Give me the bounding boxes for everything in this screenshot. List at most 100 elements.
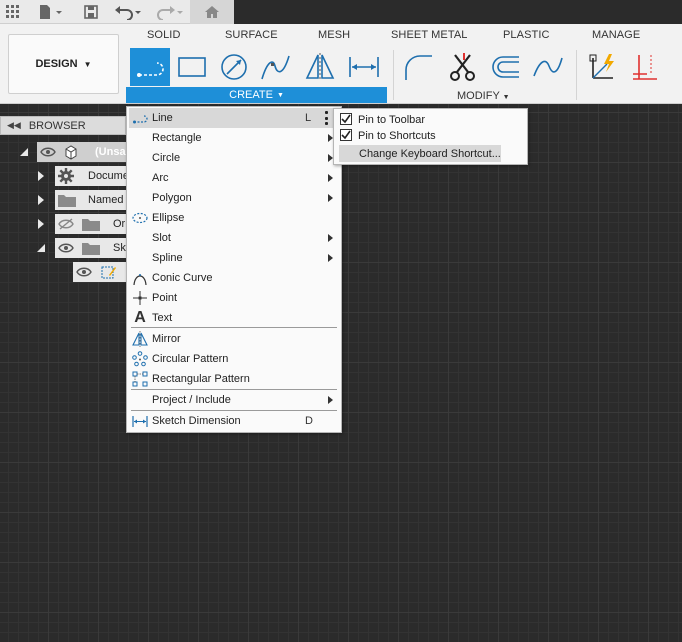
eye-hidden-icon[interactable]	[58, 218, 74, 233]
expand-toggle[interactable]	[16, 142, 32, 162]
chevron-right-icon	[328, 254, 333, 262]
circle-tool-button[interactable]	[214, 48, 254, 86]
line-tool-button[interactable]	[130, 48, 170, 86]
expand-toggle[interactable]	[33, 190, 49, 210]
browser-node-named-views[interactable]: Named V	[55, 190, 126, 210]
constraint-tool-button[interactable]	[584, 48, 624, 86]
menu-item-label: Conic Curve	[152, 272, 213, 284]
change-keyboard-shortcut-label: Change Keyboard Shortcut...	[359, 147, 501, 160]
menu-item-mirror[interactable]: Mirror	[129, 329, 339, 349]
menu-item-label: Rectangle	[152, 132, 202, 144]
change-keyboard-shortcut-option[interactable]: Change Keyboard Shortcut...	[339, 145, 501, 162]
home-icon[interactable]	[190, 0, 234, 24]
expand-toggle[interactable]	[33, 214, 49, 234]
menu-item-ellipse[interactable]: Ellipse	[129, 208, 339, 228]
browser-node-sketch[interactable]	[73, 262, 126, 282]
browser-node-label: Or	[113, 218, 126, 230]
pin-to-toolbar-checkbox[interactable]	[340, 113, 352, 125]
menu-item-project-include[interactable]: Project / Include	[129, 390, 339, 410]
undo-icon[interactable]	[110, 0, 146, 24]
menu-item-label: Mirror	[152, 333, 181, 345]
tab-mesh[interactable]: MESH	[318, 29, 350, 41]
create-dropdown[interactable]: CREATE ▼	[126, 87, 387, 103]
sketch-dimension-icon	[349, 57, 379, 77]
eye-icon[interactable]	[76, 266, 92, 281]
curve-tool-button[interactable]	[528, 48, 568, 86]
sketch-dimension-tool-button[interactable]	[344, 48, 384, 86]
circle-icon	[221, 54, 247, 80]
pin-to-toolbar-label: Pin to Toolbar	[358, 113, 426, 126]
sketch-icon	[100, 264, 116, 282]
offset-icon	[492, 56, 519, 78]
menu-item-label: Sketch Dimension	[152, 415, 241, 427]
grid-icon[interactable]	[2, 0, 24, 24]
browser-panel-header[interactable]: ◀◀ BROWSER	[0, 116, 126, 135]
line-icon	[132, 110, 148, 126]
workspace-switcher[interactable]: DESIGN ▼	[8, 34, 119, 94]
gear-icon	[58, 168, 74, 186]
dimension-tool-button[interactable]	[626, 48, 666, 86]
mirror-tool-button[interactable]	[300, 48, 340, 86]
ellipse-icon	[132, 210, 148, 226]
expand-toggle[interactable]	[33, 238, 49, 258]
menu-item-label: Slot	[152, 232, 171, 244]
browser-node-label: Docume	[88, 170, 126, 182]
save-icon[interactable]	[80, 0, 102, 24]
modify-dropdown[interactable]: MODIFY ▼	[457, 90, 510, 102]
spline-tool-button[interactable]	[256, 48, 296, 86]
menu-item-label: Spline	[152, 252, 183, 264]
menu-item-spline[interactable]: Spline	[129, 248, 339, 268]
menu-item-circle[interactable]: Circle	[129, 148, 339, 168]
trim-tool-button[interactable]	[443, 48, 483, 86]
offset-tool-button[interactable]	[486, 48, 526, 86]
browser-node-sketches[interactable]: Sk	[55, 238, 126, 258]
menu-item-label: Line	[152, 112, 173, 124]
menu-item-polygon[interactable]: Polygon	[129, 188, 339, 208]
menu-item-circular-pattern[interactable]: Circular Pattern	[129, 349, 339, 369]
collapse-panel-icon[interactable]: ◀◀	[7, 120, 21, 131]
pin-to-toolbar-option[interactable]: Pin to Toolbar	[335, 111, 526, 128]
pin-to-shortcuts-checkbox[interactable]	[340, 129, 352, 141]
fillet-icon	[405, 55, 432, 80]
tab-manage[interactable]: MANAGE	[592, 29, 640, 41]
fillet-tool-button[interactable]	[398, 48, 438, 86]
menu-item-text[interactable]: A Text	[129, 308, 339, 328]
browser-node-root[interactable]: (Unsa	[37, 142, 126, 162]
expand-toggle[interactable]	[33, 166, 49, 186]
menu-item-slot[interactable]: Slot	[129, 228, 339, 248]
eye-icon[interactable]	[40, 146, 56, 161]
menu-item-rectangle[interactable]: Rectangle	[129, 128, 339, 148]
workspace-label: DESIGN	[35, 58, 78, 70]
tab-plastic[interactable]: PLASTIC	[503, 29, 550, 41]
more-options-icon[interactable]	[324, 111, 328, 125]
divider	[576, 50, 577, 100]
menu-item-label: Rectangular Pattern	[152, 373, 250, 385]
spline-icon	[261, 55, 290, 80]
point-icon	[132, 290, 148, 306]
pin-to-shortcuts-option[interactable]: Pin to Shortcuts	[335, 127, 526, 144]
browser-node-origin[interactable]: Or	[55, 214, 126, 234]
chevron-right-icon	[328, 396, 333, 404]
file-icon[interactable]	[34, 0, 68, 24]
tab-surface[interactable]: SURFACE	[225, 29, 278, 41]
menu-item-label: Arc	[152, 172, 169, 184]
menu-item-shortcut: D	[305, 415, 313, 427]
tab-sheet-metal[interactable]: SHEET METAL	[391, 29, 468, 41]
menu-item-conic-curve[interactable]: Conic Curve	[129, 268, 339, 288]
folder-icon	[82, 242, 100, 258]
mirror-icon	[132, 331, 148, 347]
browser-node-document-settings[interactable]: Docume	[55, 166, 126, 186]
menu-item-arc[interactable]: Arc	[129, 168, 339, 188]
tab-solid[interactable]: SOLID	[147, 29, 181, 41]
menu-item-rectangular-pattern[interactable]: Rectangular Pattern	[129, 369, 339, 389]
menu-item-line[interactable]: Line L	[129, 108, 339, 128]
modify-label: MODIFY	[457, 90, 500, 102]
rectangle-tool-button[interactable]	[172, 48, 212, 86]
browser-node-label: Sk	[113, 242, 126, 254]
menu-item-label: Polygon	[152, 192, 192, 204]
menu-item-sketch-dimension[interactable]: Sketch Dimension D	[129, 411, 339, 431]
eye-icon[interactable]	[58, 242, 74, 257]
redo-icon[interactable]	[150, 0, 186, 24]
menu-separator	[131, 327, 337, 328]
menu-item-point[interactable]: Point	[129, 288, 339, 308]
